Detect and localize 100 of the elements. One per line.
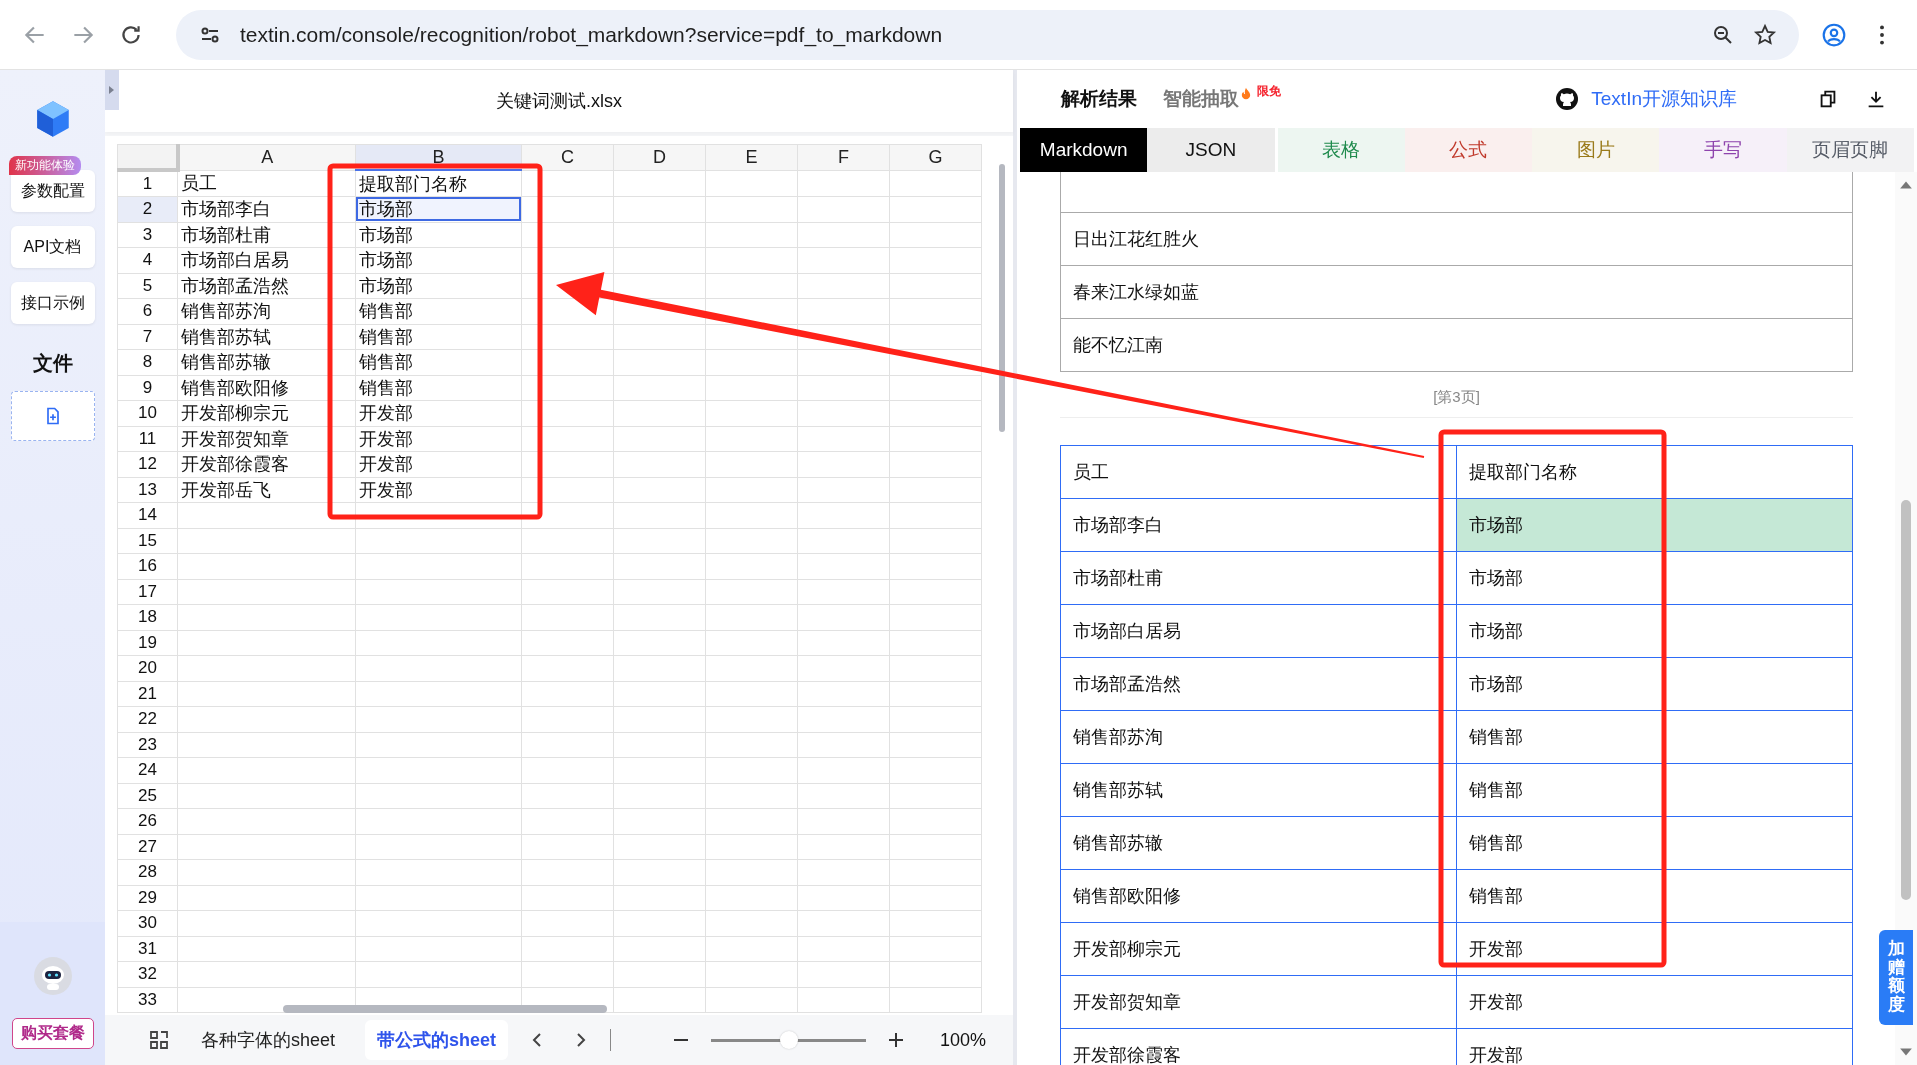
spreadsheet-cell[interactable]: 销售部 [356, 375, 521, 400]
row-number[interactable]: 4 [117, 247, 178, 273]
row-number[interactable]: 10 [117, 400, 178, 426]
scroll-down-icon[interactable] [1899, 1047, 1913, 1057]
row-number[interactable]: 9 [117, 375, 178, 401]
row-number[interactable]: 22 [117, 706, 178, 732]
star-icon[interactable] [1753, 22, 1777, 47]
sidebar-button[interactable]: API文档 [10, 226, 95, 268]
row-number[interactable]: 19 [117, 630, 178, 656]
sidebar-button[interactable]: 参数配置 [10, 170, 95, 212]
row-number[interactable]: 31 [117, 936, 178, 962]
spreadsheet-cell[interactable]: 员工 [178, 171, 355, 196]
format-tab[interactable]: Markdown [1020, 128, 1148, 172]
horizontal-scrollbar[interactable] [283, 1005, 607, 1013]
spreadsheet-cell[interactable]: 开发部柳宗元 [178, 401, 355, 426]
row-number[interactable]: 27 [117, 834, 178, 860]
format-tab[interactable]: 页眉页脚 [1786, 128, 1914, 172]
sidebar-button[interactable]: 接口示例 [10, 282, 95, 324]
spreadsheet-cell[interactable]: 市场部白居易 [178, 248, 355, 273]
result-tab[interactable]: 智能抽取 [1163, 86, 1239, 112]
spreadsheet-cell[interactable]: 销售部苏洵 [178, 299, 355, 324]
row-number[interactable]: 11 [117, 426, 178, 452]
github-icon[interactable] [1555, 87, 1580, 111]
vertical-scrollbar[interactable] [999, 164, 1005, 432]
spreadsheet-cell[interactable]: 开发部贺知章 [178, 426, 355, 451]
bonus-quota-tab[interactable]: 加赠额度 [1879, 930, 1913, 1025]
spreadsheet-cell[interactable]: 销售部 [356, 299, 521, 324]
spreadsheet-cell[interactable]: 市场部 [356, 222, 521, 247]
spreadsheet-cell[interactable]: 市场部李白 [178, 197, 355, 222]
row-number[interactable]: 26 [117, 808, 178, 834]
column-header[interactable]: A [177, 144, 356, 170]
spreadsheet-cell[interactable]: 销售部 [356, 350, 521, 375]
spreadsheet-cell[interactable]: 市场部 [356, 273, 521, 298]
buy-plan-button[interactable]: 购买套餐 [11, 1018, 94, 1049]
row-number[interactable]: 25 [117, 783, 178, 809]
column-header[interactable]: G [889, 144, 982, 170]
row-number[interactable]: 16 [117, 553, 178, 579]
spreadsheet-cell[interactable]: 销售部苏轼 [178, 324, 355, 349]
spreadsheet-cell[interactable]: 市场部 [356, 197, 521, 222]
table-cell: 销售部苏洵 [1060, 710, 1457, 764]
spreadsheet-cell[interactable]: 销售部欧阳修 [178, 375, 355, 400]
spreadsheet-cell[interactable]: 开发部 [356, 477, 521, 502]
column-header[interactable]: F [797, 144, 890, 170]
row-number[interactable]: 12 [117, 451, 178, 477]
row-number[interactable]: 23 [117, 732, 178, 758]
row-number[interactable]: 29 [117, 885, 178, 911]
spreadsheet-cell[interactable]: 开发部岳飞 [178, 477, 355, 502]
row-number[interactable]: 30 [117, 910, 178, 936]
format-tab[interactable]: 手写 [1659, 128, 1787, 172]
row-number[interactable]: 18 [117, 604, 178, 630]
upload-file-button[interactable] [10, 391, 95, 441]
spreadsheet-cell[interactable]: 开发部徐霞客 [178, 452, 355, 477]
sheet-list-icon[interactable] [147, 1028, 171, 1052]
robot-avatar-icon[interactable] [32, 956, 73, 996]
scroll-up-icon[interactable] [1899, 180, 1913, 190]
row-number[interactable]: 28 [117, 859, 178, 885]
column-header[interactable]: D [613, 144, 706, 170]
spreadsheet-cell[interactable]: 市场部孟浩然 [178, 273, 355, 298]
slider-thumb[interactable] [779, 1031, 798, 1049]
spreadsheet-cell[interactable]: 市场部 [356, 248, 521, 273]
spreadsheet-cell[interactable]: 销售部苏辙 [178, 350, 355, 375]
fire-icon [1241, 86, 1251, 100]
row-number[interactable]: 21 [117, 681, 178, 707]
table-cell: 市场部 [1456, 657, 1853, 711]
row-number[interactable]: 32 [117, 961, 178, 987]
row-number[interactable]: 6 [117, 298, 178, 324]
format-tab[interactable]: 公式 [1404, 128, 1533, 172]
scrollbar-thumb[interactable] [1901, 500, 1911, 900]
row-number[interactable]: 14 [117, 502, 178, 528]
sheet-tab[interactable]: 各种字体的sheet [189, 1020, 348, 1060]
spreadsheet-cell[interactable]: 销售部 [356, 324, 521, 349]
row-number[interactable]: 15 [117, 528, 178, 554]
spreadsheet-cell[interactable]: 开发部 [356, 401, 521, 426]
collapse-handle-icon[interactable] [105, 70, 119, 110]
row-number[interactable]: 1 [117, 170, 178, 197]
spreadsheet-cell[interactable]: 开发部 [356, 452, 521, 477]
row-number[interactable]: 2 [117, 196, 178, 222]
result-tab[interactable]: 解析结果 [1061, 86, 1137, 112]
sheet-tab[interactable]: 带公式的sheet [365, 1020, 509, 1060]
row-number[interactable]: 3 [117, 222, 178, 248]
format-tab[interactable]: 表格 [1277, 128, 1405, 172]
spreadsheet-cell[interactable]: 开发部 [356, 426, 521, 451]
spreadsheet-cell[interactable]: 市场部杜甫 [178, 222, 355, 247]
row-number[interactable]: 24 [117, 757, 178, 783]
table-cell: 开发部 [1456, 975, 1853, 1029]
column-header[interactable]: E [705, 144, 798, 170]
spreadsheet-cell[interactable]: 提取部门名称 [356, 171, 521, 196]
row-number[interactable]: 20 [117, 655, 178, 681]
format-tab[interactable]: 图片 [1532, 128, 1660, 172]
format-tab[interactable]: JSON [1147, 128, 1275, 172]
column-header[interactable]: C [521, 144, 614, 170]
row-number[interactable]: 5 [117, 273, 178, 299]
knowledge-base-link[interactable]: TextIn开源知识库 [1591, 86, 1737, 112]
profile-icon[interactable] [1821, 21, 1847, 48]
row-number[interactable]: 13 [117, 477, 178, 503]
row-number[interactable]: 7 [117, 324, 178, 350]
row-number[interactable]: 33 [117, 987, 178, 1013]
row-number[interactable]: 17 [117, 579, 178, 605]
address-bar[interactable]: textin.com/console/recognition/robot_markdown?service=pdf_to_markdown [176, 9, 1799, 60]
row-number[interactable]: 8 [117, 349, 178, 375]
